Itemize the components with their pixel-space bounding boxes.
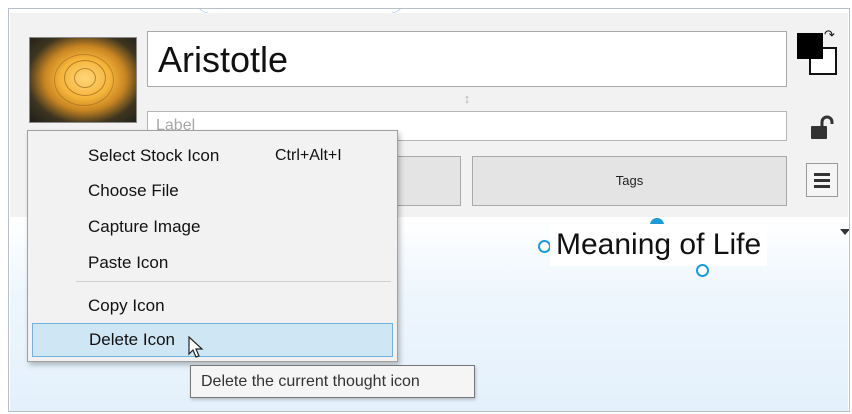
swap-arrow-icon: ↷: [824, 27, 835, 42]
unlocked-padlock-icon[interactable]: [808, 115, 836, 141]
menu-item-label: Paste Icon: [88, 253, 169, 272]
thought-name-input[interactable]: Aristotle: [147, 31, 787, 87]
mouse-cursor-icon: [188, 335, 204, 360]
menu-item-select-stock-icon[interactable]: Select Stock Icon Ctrl+Alt+I: [28, 139, 397, 173]
foreground-color-swatch[interactable]: [797, 33, 823, 59]
thought-icon-image[interactable]: [29, 37, 137, 123]
menu-item-choose-file[interactable]: Choose File: [28, 174, 397, 208]
menu-item-label: Select Stock Icon: [88, 146, 220, 165]
menu-item-label: Delete Icon: [89, 330, 175, 349]
menu-item-paste-icon[interactable]: Paste Icon: [28, 246, 397, 280]
swap-colors-icon[interactable]: ↷: [797, 27, 841, 81]
scroll-down-arrow-icon[interactable]: [840, 229, 849, 235]
node-connect-handle-bottom[interactable]: [696, 264, 709, 277]
menu-item-copy-icon[interactable]: Copy Icon: [28, 289, 397, 323]
thought-node[interactable]: Meaning of Life: [550, 224, 768, 266]
tags-button[interactable]: Tags: [472, 156, 787, 206]
menu-item-label: Choose File: [88, 181, 179, 200]
menu-item-label: Capture Image: [88, 217, 201, 236]
icon-context-menu: Select Stock Icon Ctrl+Alt+I Choose File…: [27, 130, 398, 362]
menu-item-label: Copy Icon: [88, 296, 165, 315]
menu-item-capture-image[interactable]: Capture Image: [28, 210, 397, 244]
menu-item-delete-icon[interactable]: Delete Icon: [32, 323, 393, 357]
attachments-button[interactable]: [395, 156, 461, 206]
tooltip: Delete the current thought icon: [190, 365, 475, 398]
menu-item-shortcut: Ctrl+Alt+I: [275, 147, 342, 164]
hamburger-menu-icon[interactable]: [806, 163, 838, 197]
menu-separator: [76, 281, 391, 282]
resize-grip-icon[interactable]: ↕: [462, 90, 472, 108]
